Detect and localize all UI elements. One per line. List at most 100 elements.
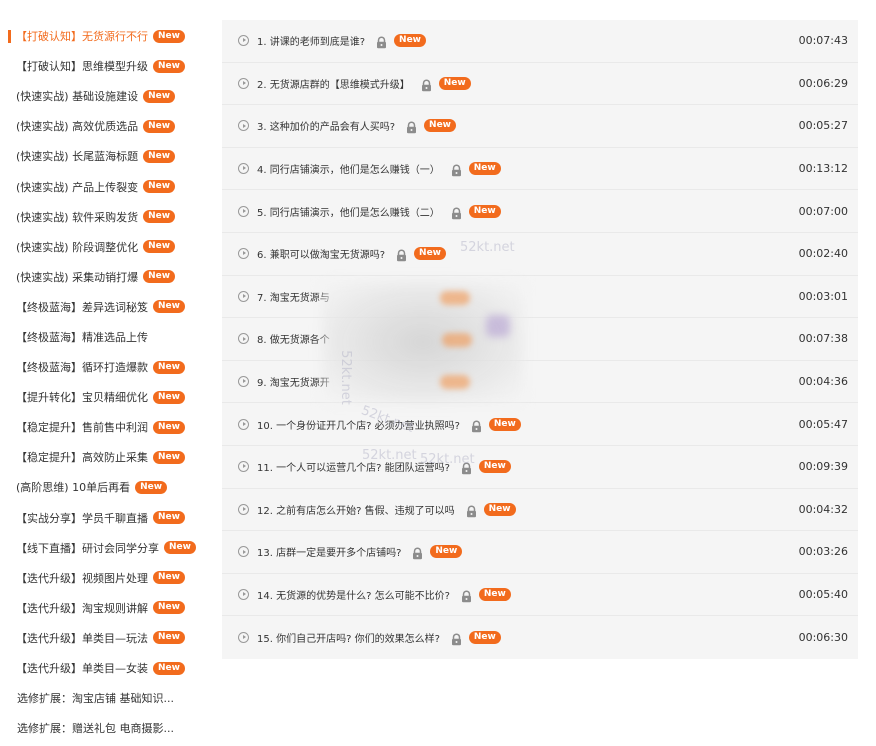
blurred-badge — [440, 291, 470, 305]
sidebar-chapter-item[interactable]: 【终极蓝海】循环打造爆款 New — [0, 352, 215, 382]
new-badge: New — [468, 204, 501, 218]
lesson-duration: 00:02:40 — [798, 247, 848, 261]
lesson-row[interactable]: 13. 店群一定是要开多个店铺吗? New 00:03:26 — [222, 531, 858, 574]
sidebar-chapter-item[interactable]: (快速实战) 长尾蓝海标题 New — [0, 141, 215, 171]
new-badge: New — [143, 270, 176, 284]
sidebar-chapter-item[interactable]: (快速实战) 高效优质选品 New — [0, 111, 215, 141]
lesson-title: 1. 讲课的老师到底是谁? — [257, 37, 366, 49]
new-badge: New — [143, 180, 176, 194]
new-badge: New — [424, 119, 456, 133]
lock-icon — [411, 545, 424, 560]
new-badge: New — [153, 450, 185, 464]
sidebar-chapter-item[interactable]: 【打破认知】无货源行不行 New — [0, 21, 215, 51]
chapter-label: 【终极蓝海】精准选品上传 — [16, 330, 148, 344]
sidebar-chapter-item[interactable]: (快速实战) 产品上传裂变 New — [0, 171, 215, 201]
sidebar-chapter-item[interactable]: (快速实战) 基础设施建设 New — [0, 81, 215, 111]
lesson-row[interactable]: 5. 同行店铺演示，他们是怎么赚钱（二） New 00:07:00 — [222, 190, 858, 233]
chapter-label: 选修扩展：淘宝店铺 基础知识... — [17, 692, 174, 706]
sidebar-chapter-item[interactable]: 【打破认知】思维模型升级 New — [0, 51, 215, 81]
lesson-row[interactable]: 12. 之前有店怎么开始? 售假、违规了可以吗 New 00:04:32 — [222, 489, 858, 532]
new-badge: New — [153, 420, 185, 434]
lesson-duration: 00:06:29 — [798, 76, 848, 90]
sidebar-chapter-item[interactable]: 【终极蓝海】精准选品上传 — [0, 322, 215, 352]
play-circle-icon — [238, 35, 249, 47]
chapter-label: (快速实战) 阶段调整优化 — [16, 240, 139, 254]
sidebar-chapter-item[interactable]: 【迭代升级】单类目—玩法 New — [0, 623, 215, 653]
play-circle-icon — [238, 503, 249, 515]
lesson-list: 1. 讲课的老师到底是谁? New 00:07:43 2. 无货源店群的【思维模式升级… — [222, 20, 858, 659]
lock-icon — [460, 588, 473, 603]
new-badge: New — [488, 417, 521, 431]
lesson-row[interactable]: 4. 同行店铺演示，他们是怎么赚钱（一） New 00:13:12 — [222, 148, 858, 191]
new-badge: New — [143, 119, 176, 133]
lesson-duration: 00:07:43 — [798, 34, 848, 48]
lesson-row[interactable]: 1. 讲课的老师到底是谁? New 00:07:43 — [222, 20, 858, 63]
sidebar-chapter-item[interactable]: 【稳定提升】高效防止采集 New — [0, 442, 215, 472]
lesson-title: 15. 你们自己开店吗? 你们的效果怎么样? — [257, 634, 440, 646]
sidebar-chapter-item[interactable]: 选修扩展：淘宝店铺 基础知识... — [0, 683, 215, 713]
new-badge: New — [153, 661, 185, 675]
sidebar-chapter-item[interactable]: 【终极蓝海】差异选词秘笈 New — [0, 292, 215, 322]
play-circle-icon — [238, 546, 249, 558]
lesson-row[interactable]: 15. 你们自己开店吗? 你们的效果怎么样? New 00:06:30 — [222, 616, 858, 659]
play-circle-icon — [238, 248, 249, 260]
sidebar-chapter-item[interactable]: 【线下直播】研讨会同学分享 New — [0, 533, 215, 563]
sidebar-chapter-item[interactable]: 【迭代升级】淘宝规则讲解 New — [0, 593, 215, 623]
play-circle-icon — [238, 205, 249, 217]
new-badge: New — [153, 511, 185, 525]
sidebar-chapter-item[interactable]: 选修扩展：赠送礼包 电商摄影... — [0, 713, 215, 743]
lesson-row[interactable]: 8. 做无货源各个 00:07:38 — [222, 318, 858, 361]
sidebar-chapter-item[interactable]: 【迭代升级】视频图片处理 New — [0, 563, 215, 593]
chapter-label: 【终极蓝海】差异选词秘笈 — [16, 300, 148, 314]
lesson-row[interactable]: 9. 淘宝无货源开 00:04:36 — [222, 361, 858, 404]
new-badge: New — [153, 29, 185, 43]
new-badge: New — [153, 300, 185, 314]
new-badge: New — [153, 571, 185, 585]
lesson-title: 13. 店群一定是要开多个店铺吗? — [257, 548, 402, 560]
sidebar-chapter-item[interactable]: 【实战分享】学员千聊直播 New — [0, 503, 215, 533]
chapter-label: 选修扩展：赠送礼包 电商摄影... — [17, 722, 174, 736]
sidebar-chapter-item[interactable]: 【迭代升级】单类目—女装 New — [0, 653, 215, 683]
new-badge: New — [430, 545, 463, 559]
new-badge: New — [164, 541, 196, 555]
lesson-row[interactable]: 7. 淘宝无货源与 00:03:01 — [222, 276, 858, 319]
chapter-label: (快速实战) 产品上传裂变 — [16, 180, 139, 194]
new-badge: New — [153, 601, 185, 615]
lesson-duration: 00:05:47 — [798, 417, 848, 431]
chapter-label: (快速实战) 软件采购发货 — [16, 210, 139, 224]
play-circle-icon — [238, 376, 249, 388]
lesson-row[interactable]: 14. 无货源的优势是什么? 怎么可能不比价? New 00:05:40 — [222, 574, 858, 617]
lock-icon — [450, 162, 463, 177]
new-badge: New — [394, 34, 426, 48]
new-badge: New — [143, 149, 176, 163]
play-circle-icon — [238, 120, 249, 132]
sidebar-chapter-item[interactable]: (快速实战) 采集动销打爆 New — [0, 262, 215, 292]
lesson-row[interactable]: 11. 一个人可以运营几个店? 能团队运营吗? New 00:09:39 — [222, 446, 858, 489]
new-badge: New — [414, 247, 446, 261]
new-badge: New — [143, 89, 176, 103]
lesson-title: 6. 兼职可以做淘宝无货源吗? — [257, 250, 386, 262]
chapter-label: (快速实战) 长尾蓝海标题 — [16, 150, 139, 164]
lesson-row[interactable]: 2. 无货源店群的【思维模式升级】 New 00:06:29 — [222, 63, 858, 106]
sidebar-chapter-item[interactable]: 【提升转化】宝贝精细优化 New — [0, 382, 215, 412]
sidebar-chapter-item[interactable]: (快速实战) 阶段调整优化 New — [0, 232, 215, 262]
chapter-label: 【迭代升级】视频图片处理 — [16, 571, 148, 585]
new-badge: New — [438, 76, 471, 90]
lesson-row[interactable]: 6. 兼职可以做淘宝无货源吗? New 00:02:40 — [222, 233, 858, 276]
lesson-title: 12. 之前有店怎么开始? 售假、违规了可以吗 — [257, 505, 455, 517]
sidebar-chapter-item[interactable]: (快速实战) 软件采购发货 New — [0, 202, 215, 232]
course-page: 【打破认知】无货源行不行 New 【打破认知】思维模型升级 New (快速实战) 基础设… — [0, 0, 876, 746]
lesson-title: 9. 淘宝无货源开 — [257, 378, 330, 390]
chapter-label: 【打破认知】思维模型升级 — [16, 60, 148, 74]
new-badge: New — [468, 162, 501, 176]
lesson-row[interactable]: 10. 一个身份证开几个店? 必须办营业执照吗? New 00:05:47 — [222, 403, 858, 446]
lock-icon — [470, 418, 483, 432]
sidebar-chapter-item[interactable]: 【稳定提升】售前售中利润 New — [0, 412, 215, 442]
lesson-row[interactable]: 3. 这种加价的产品会有人买吗? New 00:05:27 — [222, 105, 858, 148]
lesson-duration: 00:07:38 — [798, 332, 848, 346]
chapter-label: 【稳定提升】高效防止采集 — [16, 451, 148, 465]
new-badge: New — [143, 210, 176, 224]
chapter-label: 【迭代升级】单类目—女装 — [16, 662, 148, 676]
lesson-duration: 00:03:26 — [798, 545, 848, 559]
sidebar-chapter-item[interactable]: (高阶思维) 10单后再看 New — [0, 472, 215, 502]
